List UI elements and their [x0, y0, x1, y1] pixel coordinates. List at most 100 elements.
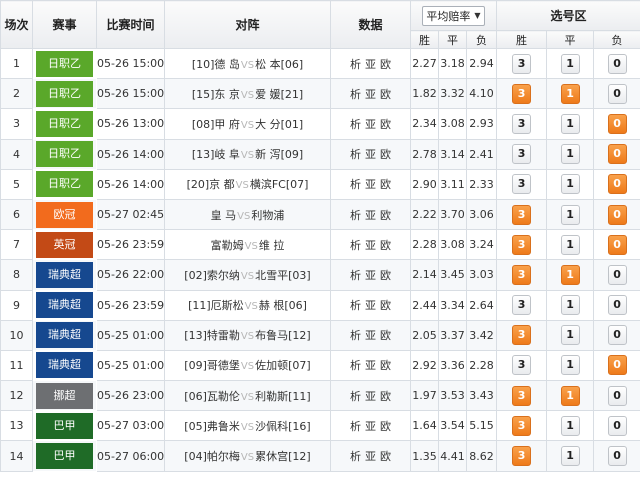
pick-win-button[interactable]: 3: [512, 355, 532, 376]
asian-link[interactable]: 亚: [363, 209, 378, 222]
league-badge[interactable]: 日职乙: [32, 138, 97, 170]
pick-draw-button[interactable]: 1: [560, 264, 580, 285]
asian-link[interactable]: 亚: [363, 269, 378, 282]
pick-lose-button[interactable]: 0: [607, 204, 627, 225]
asian-link[interactable]: 亚: [363, 178, 378, 191]
euro-link[interactable]: 欧: [378, 88, 393, 101]
pick-win-button[interactable]: 3: [512, 415, 532, 436]
away-team[interactable]: 累休宫[12]: [255, 450, 311, 463]
analysis-link[interactable]: 析: [348, 359, 363, 372]
pick-win-button[interactable]: 3: [512, 385, 532, 406]
league-badge[interactable]: 英冠: [32, 229, 97, 261]
analysis-link[interactable]: 析: [348, 329, 363, 342]
pick-draw-button[interactable]: 1: [560, 355, 580, 376]
pick-draw-button[interactable]: 1: [560, 53, 580, 74]
pick-win-button[interactable]: 3: [512, 53, 532, 74]
euro-link[interactable]: 欧: [378, 359, 393, 372]
asian-link[interactable]: 亚: [363, 299, 378, 312]
home-team[interactable]: [08]甲 府: [192, 118, 240, 131]
pick-win-button[interactable]: 3: [512, 174, 532, 195]
pick-draw-button[interactable]: 1: [560, 113, 580, 134]
asian-link[interactable]: 亚: [363, 390, 378, 403]
league-badge[interactable]: 瑞典超: [32, 349, 97, 382]
pick-lose-button[interactable]: 0: [607, 385, 627, 406]
pick-lose-button[interactable]: 0: [607, 174, 627, 195]
away-team[interactable]: 松 本[06]: [255, 58, 303, 71]
analysis-link[interactable]: 析: [348, 58, 363, 71]
pick-win-button[interactable]: 3: [512, 144, 532, 165]
pick-win-button[interactable]: 3: [512, 83, 532, 104]
analysis-link[interactable]: 析: [348, 299, 363, 312]
pick-draw-button[interactable]: 1: [560, 204, 580, 225]
euro-link[interactable]: 欧: [378, 239, 393, 252]
pick-win-button[interactable]: 3: [512, 264, 532, 285]
asian-link[interactable]: 亚: [363, 450, 378, 463]
asian-link[interactable]: 亚: [363, 329, 378, 342]
league-badge[interactable]: 欧冠: [32, 198, 97, 231]
euro-link[interactable]: 欧: [378, 209, 393, 222]
analysis-link[interactable]: 析: [348, 269, 363, 282]
league-badge[interactable]: 日职乙: [32, 78, 97, 110]
euro-link[interactable]: 欧: [378, 148, 393, 161]
home-team[interactable]: [11]厄斯松: [188, 299, 244, 312]
analysis-link[interactable]: 析: [348, 390, 363, 403]
home-team[interactable]: [13]岐 阜: [192, 148, 240, 161]
euro-link[interactable]: 欧: [378, 450, 393, 463]
pick-draw-button[interactable]: 1: [560, 144, 580, 165]
pick-lose-button[interactable]: 0: [607, 234, 627, 255]
pick-draw-button[interactable]: 1: [560, 295, 580, 316]
analysis-link[interactable]: 析: [348, 450, 363, 463]
pick-win-button[interactable]: 3: [512, 234, 532, 255]
euro-link[interactable]: 欧: [378, 420, 393, 433]
euro-link[interactable]: 欧: [378, 58, 393, 71]
pick-lose-button[interactable]: 0: [607, 83, 627, 104]
home-team[interactable]: [20]京 都: [187, 178, 235, 191]
asian-link[interactable]: 亚: [363, 148, 378, 161]
away-team[interactable]: 新 泻[09]: [255, 148, 303, 161]
pick-lose-button[interactable]: 0: [607, 415, 627, 436]
pick-draw-button[interactable]: 1: [560, 234, 580, 255]
away-team[interactable]: 利物浦: [251, 209, 284, 222]
league-badge[interactable]: 巴甲: [32, 440, 97, 472]
league-badge[interactable]: 巴甲: [32, 410, 97, 442]
pick-win-button[interactable]: 3: [512, 204, 532, 225]
league-badge[interactable]: 瑞典超: [32, 319, 97, 351]
pick-win-button[interactable]: 3: [512, 113, 532, 134]
asian-link[interactable]: 亚: [363, 88, 378, 101]
euro-link[interactable]: 欧: [378, 269, 393, 282]
pick-draw-button[interactable]: 1: [560, 415, 580, 436]
pick-draw-button[interactable]: 1: [560, 385, 580, 406]
pick-win-button[interactable]: 3: [512, 325, 532, 346]
pick-lose-button[interactable]: 0: [607, 144, 627, 165]
pick-lose-button[interactable]: 0: [607, 53, 627, 74]
euro-link[interactable]: 欧: [378, 178, 393, 191]
league-badge[interactable]: 日职乙: [32, 47, 97, 80]
euro-link[interactable]: 欧: [378, 299, 393, 312]
analysis-link[interactable]: 析: [348, 239, 363, 252]
league-badge[interactable]: 瑞典超: [32, 259, 97, 291]
home-team[interactable]: [15]东 京: [192, 88, 240, 101]
league-badge[interactable]: 挪超: [32, 380, 97, 412]
away-team[interactable]: 大 分[01]: [255, 118, 303, 131]
home-team[interactable]: 富勒姆: [211, 239, 244, 252]
analysis-link[interactable]: 析: [348, 209, 363, 222]
pick-draw-button[interactable]: 1: [560, 446, 580, 467]
asian-link[interactable]: 亚: [363, 58, 378, 71]
analysis-link[interactable]: 析: [348, 118, 363, 131]
pick-lose-button[interactable]: 0: [607, 355, 627, 376]
away-team[interactable]: 横滨FC[07]: [250, 178, 309, 191]
analysis-link[interactable]: 析: [348, 420, 363, 433]
home-team[interactable]: [06]瓦勒伦: [184, 390, 240, 403]
pick-draw-button[interactable]: 1: [560, 325, 580, 346]
away-team[interactable]: 布鲁马[12]: [255, 329, 311, 342]
asian-link[interactable]: 亚: [363, 359, 378, 372]
home-team[interactable]: [09]哥德堡: [184, 359, 240, 372]
league-badge[interactable]: 日职乙: [32, 108, 97, 140]
pick-lose-button[interactable]: 0: [607, 325, 627, 346]
home-team[interactable]: [05]弗鲁米: [184, 420, 240, 433]
pick-lose-button[interactable]: 0: [607, 264, 627, 285]
euro-link[interactable]: 欧: [378, 390, 393, 403]
league-badge[interactable]: 瑞典超: [32, 289, 97, 321]
away-team[interactable]: 维 拉: [259, 239, 285, 252]
analysis-link[interactable]: 析: [348, 88, 363, 101]
